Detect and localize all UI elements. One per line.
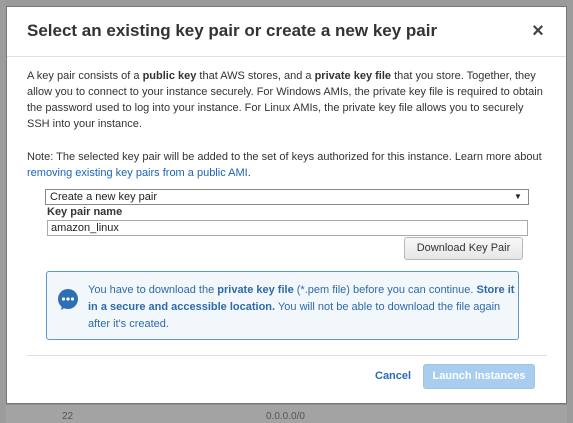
background-port-fragment: 22 (62, 411, 74, 422)
footer-divider (27, 355, 547, 356)
key-pair-name-input[interactable] (47, 220, 528, 236)
remove-key-pairs-link[interactable]: removing existing key pairs from a publi… (27, 167, 248, 179)
warning-text-b: (*.pem file) before you can continue. (293, 284, 477, 296)
description-text-b: that AWS stores, and a (196, 70, 315, 82)
description-private-key-file: private key file (314, 70, 392, 82)
cancel-button[interactable]: Cancel (375, 370, 411, 382)
backdrop-right (567, 0, 573, 423)
key-pair-action-select[interactable]: Create a new key pair ▼ (45, 189, 529, 205)
warning-private-key-file: private key file (217, 284, 294, 296)
download-key-pair-button[interactable]: Download Key Pair (404, 237, 523, 260)
key-pair-action-selected: Create a new key pair (50, 191, 157, 203)
chat-bubble-icon (58, 289, 78, 310)
dropdown-arrow-icon: ▼ (514, 192, 522, 201)
launch-instances-button[interactable]: Launch Instances (423, 364, 535, 389)
key-pair-name-label: Key pair name (47, 206, 123, 218)
key-pair-dialog: Select an existing key pair or create a … (6, 6, 567, 404)
download-warning-text: You have to download the private key fil… (88, 282, 516, 333)
close-icon[interactable]: × (529, 21, 547, 41)
download-warning-box: You have to download the private key fil… (46, 271, 519, 340)
note-text-b: . (247, 167, 251, 179)
description-text-a: A key pair consists of a (27, 70, 143, 82)
key-pair-description: A key pair consists of a public key that… (27, 68, 547, 132)
dialog-header: Select an existing key pair or create a … (7, 7, 566, 57)
description-public-key: public key (142, 70, 197, 82)
key-pair-note: Note: The selected key pair will be adde… (27, 149, 547, 181)
note-text-a: Note: The selected key pair will be adde… (27, 151, 542, 163)
warning-text-a: You have to download the (88, 284, 218, 296)
background-cidr-fragment: 0.0.0.0/0 (266, 411, 305, 422)
dialog-title: Select an existing key pair or create a … (27, 21, 438, 40)
